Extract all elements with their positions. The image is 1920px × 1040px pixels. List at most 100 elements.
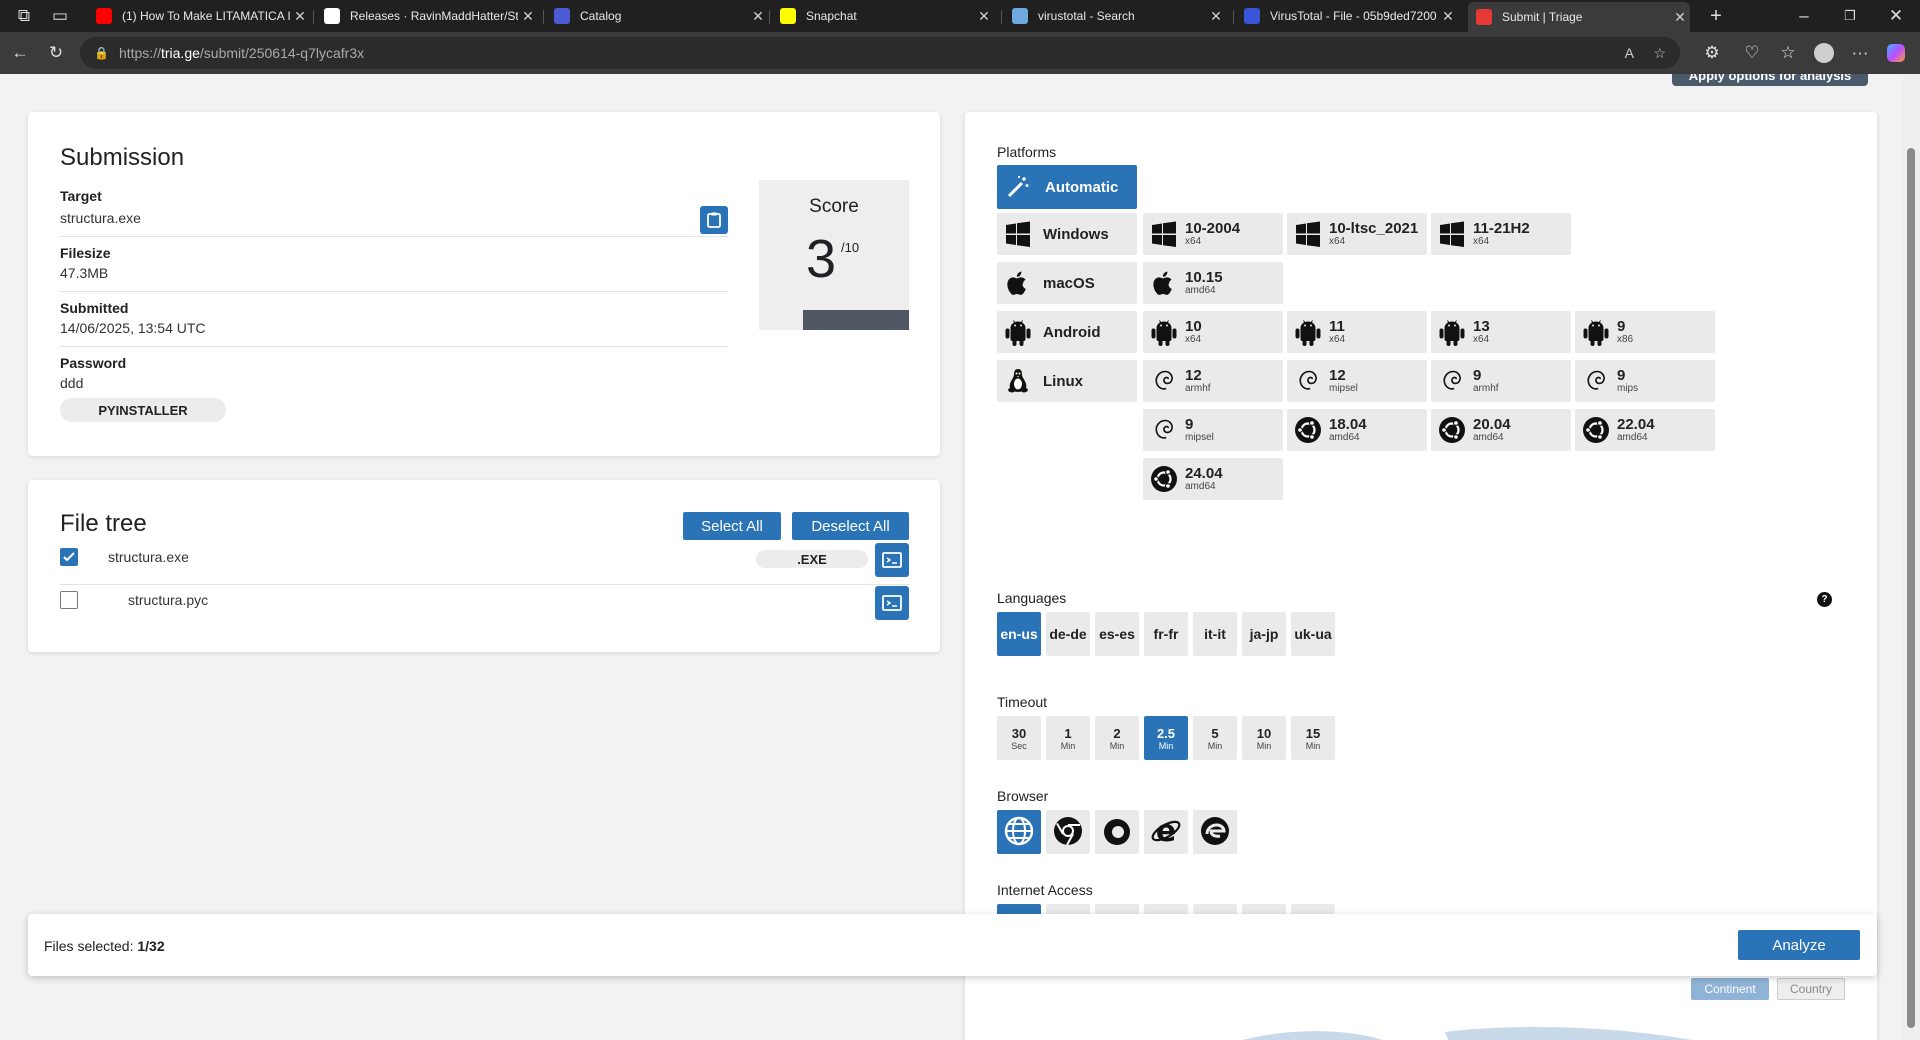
analyze-button[interactable]: Analyze: [1738, 930, 1860, 960]
close-tab-icon[interactable]: ✕: [518, 8, 538, 25]
file-options-button-pyc[interactable]: [875, 586, 909, 620]
timeout-option[interactable]: 2.5 Min: [1144, 716, 1188, 760]
profile-avatar-icon[interactable]: [1812, 41, 1836, 65]
file-name-structura-pyc[interactable]: structura.pyc: [128, 592, 208, 608]
browser-option-edge-icon[interactable]: [1193, 810, 1237, 854]
close-tab-icon[interactable]: ✕: [974, 8, 994, 25]
platform-windows-button[interactable]: Windows: [997, 213, 1137, 255]
browser-tab[interactable]: Snapchat ✕: [772, 4, 994, 28]
platform-version-button[interactable]: 9 x86: [1575, 311, 1715, 353]
platform-version-button[interactable]: 9 mipsel: [1143, 409, 1283, 451]
platform-macos-button[interactable]: macOS: [997, 262, 1137, 304]
filesize-label: Filesize: [60, 245, 111, 261]
language-ja-jp[interactable]: ja-jp: [1242, 612, 1286, 656]
back-icon[interactable]: ←: [8, 41, 32, 65]
timeout-option[interactable]: 15 Min: [1291, 716, 1335, 760]
platform-version-button[interactable]: 10 x64: [1143, 311, 1283, 353]
platform-version-button[interactable]: 12 mipsel: [1287, 360, 1427, 402]
page-scrollbar[interactable]: [1902, 74, 1920, 1040]
new-tab-icon[interactable]: +: [1704, 4, 1728, 28]
platform-version-button[interactable]: 12 armhf: [1143, 360, 1283, 402]
version-number: 12: [1185, 367, 1202, 384]
close-tab-icon[interactable]: ✕: [290, 8, 310, 25]
browser-tab[interactable]: Submit | Triage ✕: [1468, 2, 1690, 32]
version-text: 11-21H2 x64: [1473, 221, 1530, 247]
browser-tab[interactable]: Releases · RavinMaddHatter/Str ✕: [316, 4, 538, 28]
timeout-label: Timeout: [997, 694, 1048, 710]
more-menu-icon[interactable]: ···: [1848, 41, 1872, 65]
continent-button[interactable]: Continent: [1691, 978, 1769, 1000]
browser-tab[interactable]: Catalog ✕: [546, 4, 768, 28]
copy-target-button[interactable]: [700, 206, 728, 234]
password-label: Password: [60, 355, 127, 371]
close-tab-icon[interactable]: ✕: [748, 8, 768, 25]
platform-version-button[interactable]: 10-2004 x64: [1143, 213, 1283, 255]
help-icon[interactable]: ?: [1817, 592, 1832, 607]
language-de-de[interactable]: de-de: [1046, 612, 1090, 656]
scrollbar-thumb[interactable]: [1907, 148, 1915, 1028]
favorite-star-icon[interactable]: ☆: [1653, 45, 1666, 62]
extensions-icon[interactable]: ⚙: [1700, 41, 1724, 65]
platform-version-button[interactable]: 11 x64: [1287, 311, 1427, 353]
browser-option-globe-icon[interactable]: [997, 810, 1041, 854]
close-tab-icon[interactable]: ✕: [1670, 9, 1690, 26]
language-es-es[interactable]: es-es: [1095, 612, 1139, 656]
url-bar[interactable]: 🔒 https://tria.ge/submit/250614-q7lycafr…: [80, 37, 1680, 69]
timeout-option[interactable]: 10 Min: [1242, 716, 1286, 760]
restore-icon[interactable]: ❐: [1838, 4, 1862, 28]
browser-option-firefox-icon[interactable]: [1095, 810, 1139, 854]
submission-card: Submission Target structura.exe Filesize…: [28, 112, 940, 456]
platform-automatic-button[interactable]: Automatic: [997, 165, 1137, 209]
language-it-it[interactable]: it-it: [1193, 612, 1237, 656]
platform-version-button[interactable]: 9 armhf: [1431, 360, 1571, 402]
file-name-structura-exe[interactable]: structura.exe: [108, 549, 189, 565]
score-max: /10: [841, 240, 860, 255]
apply-options-button[interactable]: Apply options for analysis: [1672, 74, 1868, 86]
copilot-icon[interactable]: [1884, 41, 1908, 65]
platform-version-button[interactable]: 10.15 amd64: [1143, 262, 1283, 304]
close-tab-icon[interactable]: ✕: [1206, 8, 1226, 25]
platform-version-button[interactable]: 24.04 amd64: [1143, 458, 1283, 500]
country-select[interactable]: Country: [1777, 978, 1845, 1000]
platform-version-button[interactable]: 22.04 amd64: [1575, 409, 1715, 451]
platform-version-button[interactable]: 18.04 amd64: [1287, 409, 1427, 451]
timeout-option[interactable]: 30 Sec: [997, 716, 1041, 760]
version-text: 9 mips: [1617, 368, 1638, 394]
version-number: 10-ltsc_2021: [1329, 220, 1419, 237]
language-fr-fr[interactable]: fr-fr: [1144, 612, 1188, 656]
refresh-icon[interactable]: ↻: [44, 41, 68, 65]
workspaces-icon[interactable]: ⧉: [12, 4, 36, 28]
platform-version-button[interactable]: 11-21H2 x64: [1431, 213, 1571, 255]
browser-option-internet-explorer-icon[interactable]: e: [1144, 810, 1188, 854]
platform-version-button[interactable]: 9 mips: [1575, 360, 1715, 402]
platform-linux-button[interactable]: Linux: [997, 360, 1137, 402]
browser-option-chrome-icon[interactable]: [1046, 810, 1090, 854]
file-checkbox-structura-exe[interactable]: [60, 548, 78, 566]
timeout-option[interactable]: 1 Min: [1046, 716, 1090, 760]
language-en-us[interactable]: en-us: [997, 612, 1041, 656]
collections-icon[interactable]: ☆: [1776, 41, 1800, 65]
version-arch: x64: [1185, 334, 1202, 345]
language-uk-ua[interactable]: uk-ua: [1291, 612, 1335, 656]
platform-android-button[interactable]: Android: [997, 311, 1137, 353]
close-tab-icon[interactable]: ✕: [1438, 8, 1458, 25]
virustotal-icon: [1244, 8, 1260, 24]
read-aloud-icon[interactable]: A: [1625, 45, 1634, 61]
browser-essentials-icon[interactable]: ♡: [1740, 41, 1764, 65]
tab-actions-icon[interactable]: ▭: [48, 4, 72, 28]
platform-version-button[interactable]: 13 x64: [1431, 311, 1571, 353]
timeout-option[interactable]: 5 Min: [1193, 716, 1237, 760]
browser-tab[interactable]: VirusTotal - File - 05b9ded7200 ✕: [1236, 4, 1458, 28]
pyinstaller-tag: PYINSTALLER: [60, 398, 226, 422]
file-checkbox-structura-pyc[interactable]: [60, 591, 78, 609]
minimize-icon[interactable]: –: [1792, 4, 1816, 28]
select-all-button[interactable]: Select All: [683, 512, 781, 540]
browser-tab[interactable]: (1) How To Make LITAMATICA In ✕: [88, 4, 310, 28]
timeout-option[interactable]: 2 Min: [1095, 716, 1139, 760]
file-options-button-exe[interactable]: [875, 543, 909, 577]
platform-version-button[interactable]: 10-ltsc_2021 x64: [1287, 213, 1427, 255]
deselect-all-button[interactable]: Deselect All: [792, 512, 909, 540]
platform-version-button[interactable]: 20.04 amd64: [1431, 409, 1571, 451]
browser-tab[interactable]: virustotal - Search ✕: [1004, 4, 1226, 28]
close-window-icon[interactable]: ✕: [1884, 4, 1908, 28]
